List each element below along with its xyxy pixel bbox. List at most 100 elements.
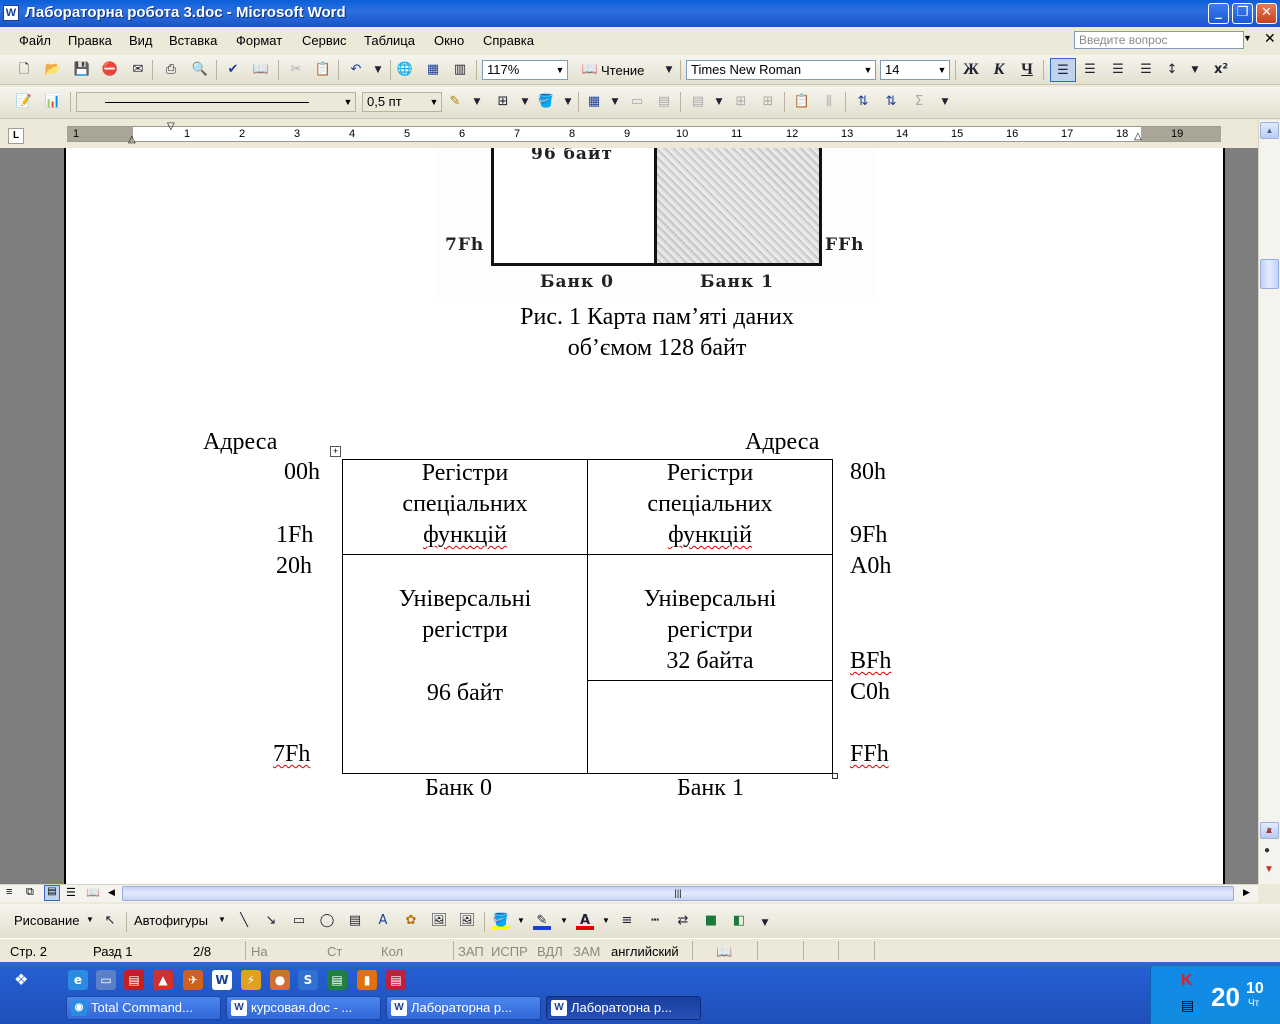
shading-dropdown-icon[interactable]: ▼ bbox=[559, 93, 577, 111]
horizontal-scrollbar[interactable]: ≡ ⧉ ▤ ☰ 📖 ◀ ||| ▶ bbox=[0, 884, 1258, 902]
line-icon[interactable]: ╲ bbox=[235, 912, 253, 930]
arrow-icon[interactable]: ↘ bbox=[262, 912, 280, 930]
toolbar-options-icon[interactable]: ▼ bbox=[660, 61, 678, 79]
line-weight-select[interactable]: 0,5 пт ▼ bbox=[362, 92, 442, 112]
columns-icon[interactable]: ▥ bbox=[451, 61, 469, 79]
reading-mode-icon[interactable]: 📖 bbox=[581, 61, 599, 79]
right-indent-marker[interactable]: △ bbox=[1134, 131, 1142, 142]
outline-view-icon[interactable]: ☰ bbox=[66, 886, 76, 899]
undo-dropdown-icon[interactable]: ▼ bbox=[369, 61, 387, 79]
align-right-icon[interactable]: ☰ bbox=[1109, 61, 1127, 79]
paste-icon[interactable]: 📋 bbox=[314, 61, 332, 79]
menu-help[interactable]: Справка bbox=[483, 33, 534, 48]
restore-button[interactable]: ❐ bbox=[1232, 3, 1253, 24]
scroll-thumb[interactable] bbox=[1260, 259, 1279, 289]
normal-view-icon[interactable]: ≡ bbox=[6, 886, 12, 898]
justify-icon[interactable]: ☰ bbox=[1137, 61, 1155, 79]
fill-color-icon[interactable]: 🪣 bbox=[492, 912, 510, 930]
zoom-dropdown-icon[interactable]: ▼ bbox=[553, 61, 567, 79]
autosum-icon[interactable]: Σ bbox=[910, 93, 928, 111]
research-icon[interactable]: 📖 bbox=[252, 61, 270, 79]
diagram-icon[interactable]: ✿ bbox=[402, 912, 420, 930]
web-view-icon[interactable]: ⧉ bbox=[26, 886, 34, 899]
shading-color-icon[interactable]: 🪣 bbox=[537, 93, 555, 111]
insert-table-2-icon[interactable]: ▦ bbox=[585, 93, 603, 111]
menu-view[interactable]: Вид bbox=[129, 33, 153, 48]
windows-start-icon[interactable]: ❖ bbox=[14, 970, 28, 990]
split-cells-icon[interactable]: ▤ bbox=[655, 93, 673, 111]
antivirus-icon[interactable]: K bbox=[1181, 972, 1193, 990]
cut-icon[interactable]: ✂ bbox=[287, 61, 305, 79]
line-color-icon[interactable]: ✎ bbox=[533, 912, 551, 930]
menu-table[interactable]: Таблица bbox=[364, 33, 415, 48]
distribute-columns-icon[interactable]: ⊞ bbox=[759, 93, 777, 111]
clock-hour[interactable]: 20 bbox=[1211, 982, 1240, 1013]
spelling-status-icon[interactable]: 📖 bbox=[716, 944, 732, 960]
fill-color-dropdown-icon[interactable]: ▼ bbox=[517, 916, 525, 925]
ask-question-input[interactable]: Введите вопрос bbox=[1074, 31, 1244, 49]
quicklaunch-app4-icon[interactable]: ⚡ bbox=[241, 970, 261, 990]
align-center-icon[interactable]: ☰ bbox=[1081, 61, 1099, 79]
doc-close-icon[interactable]: ✕ bbox=[1264, 30, 1276, 47]
quicklaunch-app3-icon[interactable]: ✈ bbox=[183, 970, 203, 990]
toolbar-options-2-icon[interactable]: ▼ bbox=[936, 93, 954, 111]
drawing-menu-button[interactable]: Рисование bbox=[14, 913, 79, 928]
save-icon[interactable]: 💾 bbox=[73, 61, 91, 79]
quicklaunch-app1-icon[interactable]: ▤ bbox=[124, 970, 144, 990]
borders-icon[interactable]: ⊞ bbox=[494, 93, 512, 111]
minimize-button[interactable]: _ bbox=[1208, 3, 1229, 24]
font-color-icon[interactable]: A bbox=[576, 912, 594, 930]
reading-mode-button[interactable]: Чтение bbox=[601, 63, 644, 78]
taskbar-button-coursework[interactable]: W курсовая.doc - ... bbox=[226, 996, 381, 1020]
line-style-icon[interactable]: ≡ bbox=[618, 912, 636, 930]
line-weight-dropdown-icon[interactable]: ▼ bbox=[427, 93, 441, 111]
document-page[interactable]: 96 байт 7Fh FFh Банк 0 Банк 1 Рис. 1 Кар… bbox=[64, 148, 1225, 884]
rectangle-icon[interactable]: ▭ bbox=[290, 912, 308, 930]
vertical-scrollbar[interactable]: ▲ ▼ ▲ ● ▼ bbox=[1258, 120, 1280, 884]
align-cell-dropdown-icon[interactable]: ▼ bbox=[710, 93, 728, 111]
language-flag-icon[interactable]: ▤ bbox=[1181, 997, 1194, 1014]
text-direction-icon[interactable]: ⫼ bbox=[820, 93, 838, 111]
taskbar-button-totalcmd[interactable]: ◉ Total Command... bbox=[66, 996, 221, 1020]
align-left-icon[interactable]: ☰ bbox=[1050, 58, 1076, 82]
reading-view-icon[interactable]: 📖 bbox=[86, 886, 100, 899]
oval-icon[interactable]: ◯ bbox=[318, 912, 336, 930]
superscript-icon[interactable]: x² bbox=[1212, 61, 1230, 79]
line-style-dropdown-icon[interactable]: ▼ bbox=[341, 93, 355, 111]
select-browse-object-icon[interactable]: ● bbox=[1264, 845, 1270, 856]
scroll-up-button[interactable]: ▲ bbox=[1260, 122, 1279, 139]
print-layout-view-icon[interactable]: ▤ bbox=[44, 885, 60, 901]
word-app-icon[interactable]: W bbox=[3, 5, 19, 21]
first-line-indent-marker[interactable]: ▽ bbox=[167, 121, 175, 132]
line-spacing-icon[interactable]: ↕ bbox=[1163, 61, 1181, 79]
clipart-icon[interactable]: 🖼 bbox=[430, 912, 448, 930]
quicklaunch-app6-icon[interactable]: S bbox=[298, 970, 318, 990]
hyperlink-icon[interactable]: 🌐 bbox=[396, 61, 414, 79]
print-icon[interactable]: ⎙ bbox=[162, 61, 180, 79]
dash-style-icon[interactable]: ┅ bbox=[646, 912, 664, 930]
tab-selector[interactable]: L bbox=[8, 128, 24, 144]
line-color-dropdown-icon[interactable]: ▼ bbox=[560, 916, 568, 925]
scroll-right-button[interactable]: ▶ bbox=[1243, 887, 1250, 898]
sort-descending-icon[interactable]: ⇅ bbox=[882, 93, 900, 111]
undo-icon[interactable]: ↶ bbox=[347, 61, 365, 79]
close-button[interactable]: ✕ bbox=[1256, 3, 1277, 24]
menu-tools[interactable]: Сервис bbox=[302, 33, 347, 48]
shadow-style-icon[interactable]: ■ bbox=[702, 912, 720, 930]
ask-dropdown-icon[interactable]: ▼ bbox=[1243, 33, 1252, 43]
email-icon[interactable]: ✉ bbox=[129, 61, 147, 79]
hscroll-thumb[interactable]: ||| bbox=[122, 886, 1234, 901]
autoshapes-menu-button[interactable]: Автофигуры bbox=[134, 913, 208, 928]
border-color-dropdown-icon[interactable]: ▼ bbox=[468, 93, 486, 111]
quicklaunch-app9-icon[interactable]: ▤ bbox=[386, 970, 406, 990]
line-style-select[interactable]: ▼ bbox=[76, 92, 356, 112]
underline-button[interactable]: Ч bbox=[1018, 61, 1036, 79]
insert-table-icon[interactable]: ▦ bbox=[424, 61, 442, 79]
horizontal-ruler[interactable]: 1 1 2 3 4 5 6 7 8 9 10 11 12 13 14 15 16… bbox=[67, 126, 1221, 142]
table-resize-handle[interactable] bbox=[832, 773, 838, 779]
left-indent-marker[interactable]: △ bbox=[128, 134, 136, 145]
quicklaunch-browser-icon[interactable]: e bbox=[68, 970, 88, 990]
quicklaunch-app2-icon[interactable]: ▲ bbox=[153, 970, 173, 990]
status-ovr[interactable]: ЗАМ bbox=[573, 944, 600, 959]
border-color-icon[interactable]: ✎ bbox=[446, 93, 464, 111]
